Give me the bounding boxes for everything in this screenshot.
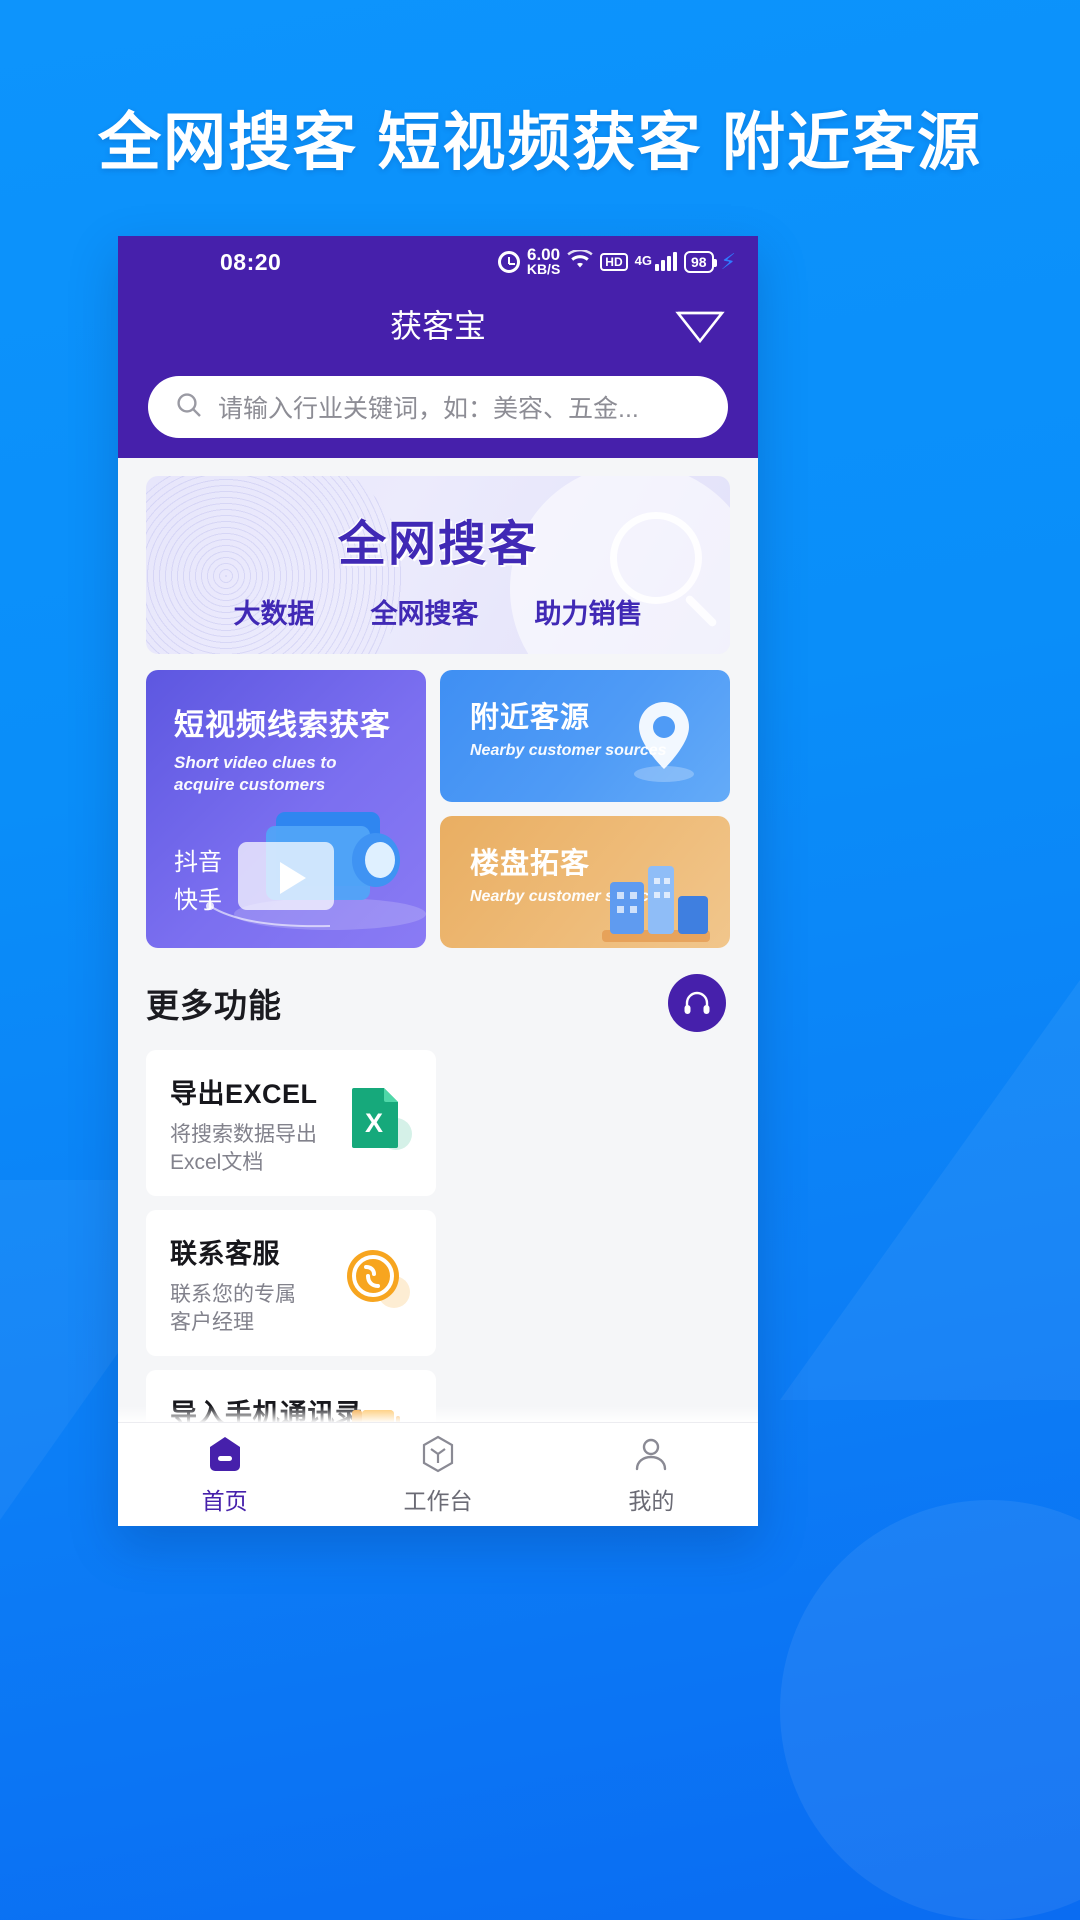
hero-banner[interactable]: 全网搜客 大数据 全网搜客 助力销售 [146,476,730,654]
promo-headline: 全网搜客 短视频获客 附近客源 [97,108,982,178]
tab-label: 首页 [201,1488,248,1514]
feature-card-nearby[interactable]: 附近客源 Nearby customer sources [440,670,730,802]
tile-desc-line1: 将搜索数据导出 [170,1123,317,1146]
app-header: 08:20 6.00 KB/S HD 4G 98 ⚡ 获客宝 请输入行业关键词，… [118,236,758,458]
tab-label: 工作台 [403,1488,473,1514]
user-icon [630,1433,672,1475]
more-section-title: 更多功能 [146,987,282,1024]
wifi-icon [567,248,593,274]
network-type-label: 4G [634,253,652,268]
page-title: 获客宝 [389,308,486,344]
hero-title: 全网搜客 [337,518,538,571]
feature-card-property[interactable]: 楼盘拓客 Nearby customer sources [440,816,730,948]
feature-card-short-video[interactable]: 短视频线索获客 Short video clues to acquire cus… [146,670,426,948]
tile-desc-line1: 联系您的专属 [170,1283,296,1306]
status-time: 08:20 [220,248,282,275]
headset-icon[interactable] [668,974,726,1032]
search-input[interactable]: 请输入行业关键词，如：美容、五金... [148,376,728,438]
hero-tags: 大数据 全网搜客 助力销售 [146,592,730,631]
tab-home[interactable]: 首页 [118,1423,331,1526]
diamond-icon[interactable] [672,299,728,349]
hero-tag: 助力销售 [534,599,643,629]
excel-file-icon: X [340,1082,412,1154]
feature-card-title: 短视频线索获客 [174,709,391,742]
title-bar: 获客宝 [118,288,758,360]
video-camera-icon [180,786,426,936]
network-speed: 6.00 KB/S [526,246,561,278]
hero-tag: 大数据 [233,599,315,629]
map-pin-icon [620,686,704,786]
tile-contact-support[interactable]: 联系客服 联系您的专属 客户经理 [146,1210,436,1356]
workbench-icon [417,1433,459,1475]
app-content: 全网搜客 大数据 全网搜客 助力销售 短视频线索获客 Short video c… [118,476,758,1526]
tile-export-excel[interactable]: 导出EXCEL 将搜索数据导出 Excel文档 X [146,1050,436,1196]
home-icon [204,1433,246,1475]
hd-icon: HD [600,253,628,271]
tile-desc-line2: 客户经理 [170,1311,254,1335]
battery-icon: 98 [683,250,717,274]
tile-desc-line2: Excel文档 [170,1151,264,1175]
charging-bolt-icon: ⚡ [720,249,736,274]
hero-tag: 全网搜客 [370,599,479,629]
tab-workbench[interactable]: 工作台 [331,1423,544,1526]
buildings-icon [592,852,716,948]
decor-triangle-right [780,980,1080,1400]
signal-icon: 4G [634,252,677,271]
network-speed-unit: KB/S [526,261,561,278]
phone-mockup: 08:20 6.00 KB/S HD 4G 98 ⚡ 获客宝 请输入行业关键词，… [118,236,758,1526]
search-placeholder: 请输入行业关键词，如：美容、五金... [218,395,639,423]
bottom-tab-bar: 首页 工作台 我的 [118,1422,758,1526]
status-bar: 08:20 6.00 KB/S HD 4G 98 ⚡ [118,236,758,288]
decor-circle [780,1500,1080,1920]
tab-label: 我的 [628,1488,675,1514]
tab-profile[interactable]: 我的 [545,1423,758,1526]
more-section-header: 更多功能 [146,974,730,1032]
phone-support-icon [340,1242,412,1314]
feature-cards: 短视频线索获客 Short video clues to acquire cus… [146,670,730,948]
svg-text:X: X [365,1108,383,1138]
alarm-icon [497,251,520,273]
search-icon [174,390,204,425]
battery-level: 98 [690,253,707,270]
